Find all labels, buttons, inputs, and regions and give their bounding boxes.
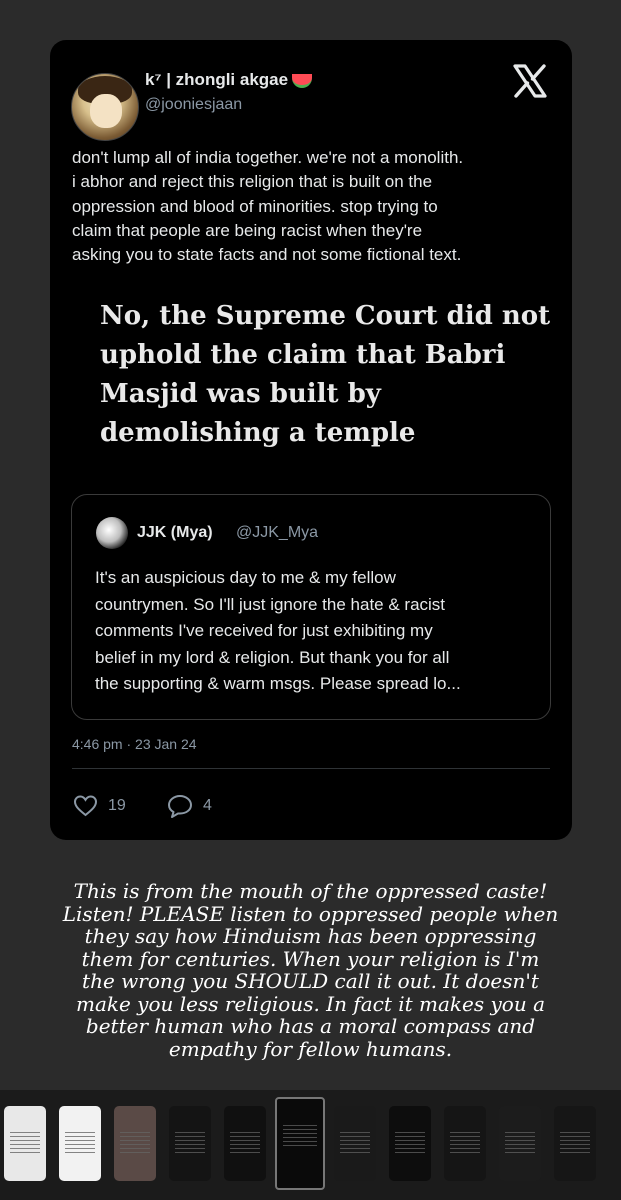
tweet-text-line: claim that people are being racist when … [72, 220, 423, 240]
tweet-text: don't lump all of india together. we're … [72, 146, 552, 267]
display-name[interactable]: k⁷ | zhongli akgae [145, 70, 313, 90]
quoted-text-line: countrymen. So I'll just ignore the hate… [95, 594, 446, 614]
story-thumbnail[interactable] [499, 1106, 541, 1181]
quoted-text-line: belief in my lord & religion. But thank … [95, 647, 450, 667]
thumbnail-preview [175, 1132, 205, 1154]
like-button[interactable]: 19 [73, 793, 126, 819]
quoted-tweet-text: It's an auspicious day to me & my fellow… [95, 565, 535, 698]
headline-line: Masjid was built by [100, 379, 381, 409]
thumbnail-preview [395, 1132, 425, 1154]
caption-line: they say how Hinduism has been oppressin… [84, 924, 537, 948]
tweet-text-line: asking you to state facts and not some f… [72, 245, 462, 265]
user-avatar[interactable] [71, 73, 139, 141]
story-thumbnail[interactable] [275, 1097, 325, 1190]
watermelon-icon [292, 73, 313, 88]
like-count: 19 [108, 797, 126, 814]
caption-line: better human who has a moral compass and [85, 1014, 536, 1038]
thumbnail-preview [120, 1132, 150, 1154]
caption-line: Listen! PLEASE listen to oppressed peopl… [62, 901, 559, 926]
story-thumbnail[interactable] [389, 1106, 431, 1181]
thumbnail-preview [10, 1132, 40, 1154]
story-thumbnail[interactable] [224, 1106, 266, 1181]
story-thumbnail[interactable] [334, 1106, 376, 1181]
thumbnail-preview [560, 1132, 590, 1154]
thumbnail-preview [283, 1125, 317, 1147]
story-thumbnail[interactable] [554, 1106, 596, 1181]
headline-line: demolishing a temple [100, 418, 416, 448]
user-handle[interactable]: @jooniesjaan [145, 96, 242, 114]
quoted-text-line: comments I've received for just exhibiti… [95, 621, 433, 640]
caption-line: empathy for fellow humans. [168, 1036, 453, 1061]
headline-line: No, the Supreme Court did not [100, 301, 551, 331]
caption-line: make you less religious. In fact it make… [75, 991, 545, 1016]
display-name-text: k⁷ | zhongli akgae [145, 70, 289, 89]
story-thumbnail[interactable] [59, 1106, 101, 1181]
x-logo-icon [513, 64, 547, 98]
heart-icon [73, 795, 98, 817]
thumbnail-preview [340, 1132, 370, 1154]
caption-line: the wrong you SHOULD call it out. It doe… [82, 969, 539, 993]
caption-line: them for centuries. When your religion i… [81, 946, 540, 971]
tweet-text-line: don't lump all of india together. we're … [72, 148, 464, 167]
story-thumbnail[interactable] [114, 1106, 156, 1181]
reply-button[interactable]: 4 [167, 793, 212, 819]
tweet-timestamp[interactable]: 4:46 pm · 23 Jan 24 [72, 736, 197, 752]
quoted-text-line: It's an auspicious day to me & my fellow [95, 568, 396, 587]
story-thumbnail[interactable] [169, 1106, 211, 1181]
thumbnail-preview [230, 1132, 260, 1154]
story-frame: k⁷ | zhongli akgae @jooniesjaan don't lu… [0, 0, 621, 1090]
story-caption: This is from the mouth of the oppressed … [0, 880, 621, 1060]
avatar-face [90, 94, 122, 128]
tweet-text-line: i abhor and reject this religion that is… [72, 172, 433, 192]
story-thumbnail[interactable] [444, 1106, 486, 1181]
quoted-text-line: the supporting & warm msgs. Please sprea… [95, 674, 461, 693]
quoted-user-avatar [96, 517, 128, 549]
article-headline: No, the Supreme Court did not uphold the … [100, 297, 551, 453]
caption-line: This is from the mouth of the oppressed … [73, 879, 548, 903]
headline-line: uphold the claim that Babri [100, 340, 506, 370]
quoted-display-name: JJK (Mya) [137, 524, 213, 541]
divider [72, 768, 550, 769]
thumbnail-preview [505, 1132, 535, 1154]
reply-count: 4 [203, 797, 212, 814]
story-thumbnail[interactable] [4, 1106, 46, 1181]
tweet-text-line: oppression and blood of minorities. stop… [72, 196, 438, 216]
thumbnail-preview [65, 1132, 95, 1154]
speech-bubble-icon [168, 795, 192, 818]
quoted-handle: @JJK_Mya [236, 524, 319, 541]
story-thumbnail-strip [0, 1097, 621, 1193]
thumbnail-preview [450, 1132, 480, 1154]
